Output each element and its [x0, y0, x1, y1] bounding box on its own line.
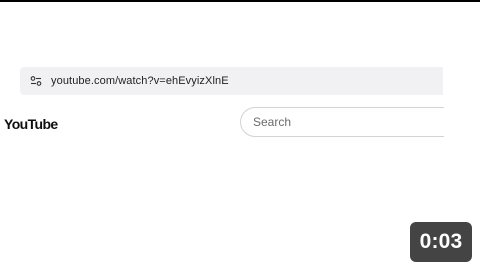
- tune-icon[interactable]: [29, 74, 43, 88]
- search-input[interactable]: [253, 115, 423, 129]
- video-thumbnail-frame[interactable]: youtube.com/watch?v=ehEvyizXlnE YouTube …: [0, 0, 480, 270]
- top-divider: [0, 0, 480, 2]
- duration-badge: 0:03: [410, 222, 472, 262]
- search-box[interactable]: [240, 107, 460, 137]
- right-edge: [444, 96, 480, 140]
- youtube-logo[interactable]: YouTube: [4, 116, 58, 132]
- url-text[interactable]: youtube.com/watch?v=ehEvyizXlnE: [51, 75, 229, 87]
- browser-address-bar[interactable]: youtube.com/watch?v=ehEvyizXlnE: [20, 67, 443, 95]
